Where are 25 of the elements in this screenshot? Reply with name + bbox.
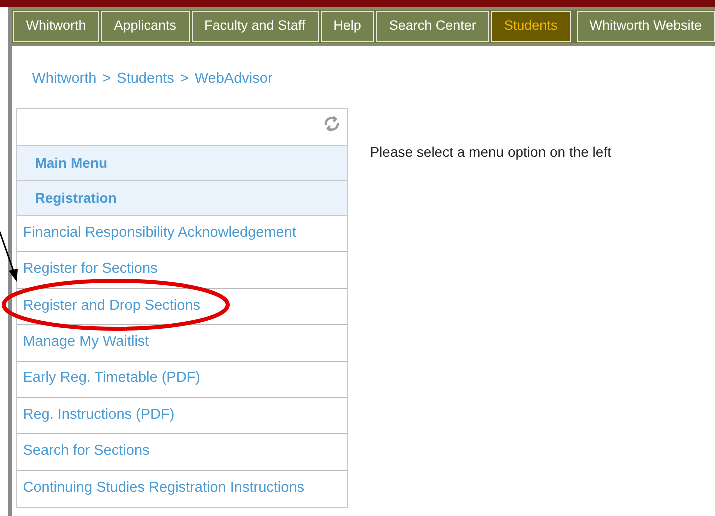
menu-link[interactable]: Manage My Waitlist	[17, 325, 348, 362]
nav-tab[interactable]: Students	[491, 11, 571, 42]
nav-tab[interactable]: Search Center	[376, 11, 490, 42]
breadcrumb-link[interactable]: WebAdvisor	[194, 69, 273, 91]
nav-tab[interactable]: Help	[320, 11, 374, 42]
nav-tab[interactable]: Applicants	[101, 11, 190, 42]
nav-tab[interactable]: Whitworth	[13, 11, 100, 42]
nav-tab[interactable]: Faculty and Staff	[192, 11, 319, 42]
menu-header[interactable]: Main Menu	[17, 146, 348, 181]
breadcrumb-separator: >	[180, 70, 189, 90]
menu-header[interactable]: Registration	[17, 181, 348, 216]
menu-link[interactable]: Financial Responsibility Acknowledgement	[17, 216, 348, 252]
nav-tab[interactable]: Whitworth Website	[576, 11, 715, 42]
menu-link[interactable]: Continuing Studies Registration Instructions	[17, 470, 348, 508]
menu-link[interactable]: Register for Sections	[17, 252, 348, 289]
menu-link[interactable]: Register and Drop Sections	[17, 288, 348, 326]
menu-link[interactable]: Search for Sections	[17, 434, 348, 471]
menu-link[interactable]: Reg. Instructions (PDF)	[17, 398, 348, 434]
instruction-text: Please select a menu option on the left	[370, 143, 612, 162]
refresh-icon[interactable]	[323, 116, 342, 132]
breadcrumb-separator: >	[102, 70, 112, 90]
pointer-arrow	[0, 232, 18, 282]
breadcrumb-link[interactable]: Whitworth	[32, 69, 97, 91]
menu-link[interactable]: Early Reg. Timetable (PDF)	[17, 362, 348, 398]
breadcrumb-link[interactable]: Students	[117, 69, 174, 91]
